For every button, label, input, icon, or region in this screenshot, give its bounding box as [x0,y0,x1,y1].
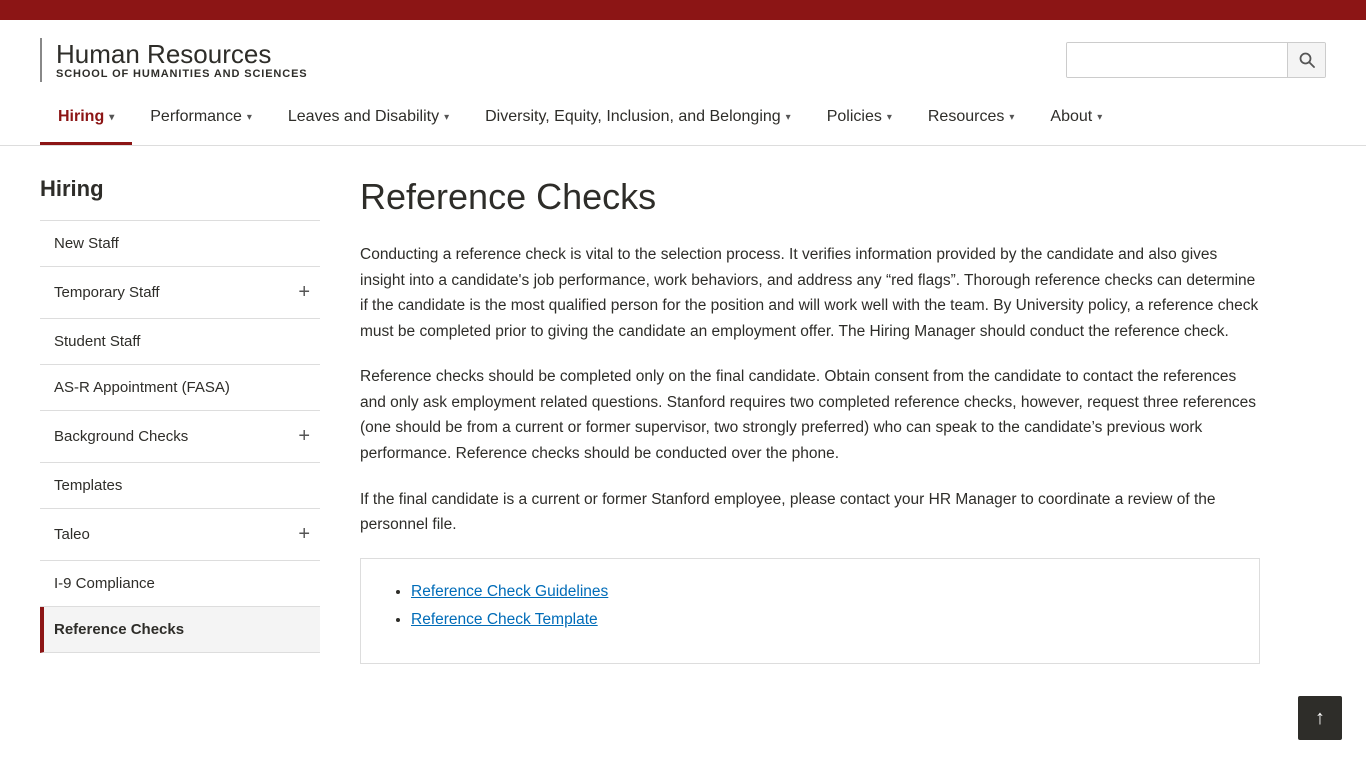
chevron-down-icon: ▾ [786,112,791,123]
search-icon [1299,52,1315,68]
sidebar-title: Hiring [40,176,320,202]
chevron-down-icon: ▾ [109,112,114,123]
sidebar-item-label: AS-R Appointment (FASA) [54,379,230,396]
nav-link[interactable]: Performance ▾ [132,92,270,142]
sidebar-link[interactable]: AS-R Appointment (FASA) [40,365,320,410]
sidebar-item-label: Reference Checks [54,621,184,638]
nav-item-resources: Resources ▾ [910,92,1033,145]
nav-item-policies: Policies ▾ [809,92,910,145]
sidebar-item-label: I-9 Compliance [54,575,155,592]
sidebar-link[interactable]: New Staff [40,221,320,266]
sidebar-menu-item: I-9 Compliance [40,561,320,607]
main-layout: Hiring New Staff Temporary Staff + Student … [0,146,1366,706]
chevron-down-icon: ▾ [1009,112,1014,123]
content-link[interactable]: Reference Check Guidelines [411,583,608,600]
content-paragraph-1: Conducting a reference check is vital to… [360,242,1260,344]
nav-list: Hiring▾Performance▾Leaves and Disability… [40,92,1326,145]
nav-label: Performance [150,108,242,126]
sidebar-menu-item: Temporary Staff + [40,267,320,319]
nav-link[interactable]: Hiring ▾ [40,92,132,145]
content-link[interactable]: Reference Check Template [411,611,598,628]
back-to-top-button[interactable]: ↑ [1298,696,1342,740]
expand-icon[interactable]: + [298,281,310,304]
content-paragraph-2: Reference checks should be completed onl… [360,364,1260,466]
sidebar-link[interactable]: Reference Checks [44,607,320,652]
nav-item-performance: Performance ▾ [132,92,270,145]
nav-label: Leaves and Disability [288,108,439,126]
sidebar-menu-item: Templates [40,463,320,509]
sidebar-link[interactable]: Student Staff [40,319,320,364]
nav-item-leaves-and-disability: Leaves and Disability ▾ [270,92,467,145]
search-box [1066,42,1326,78]
links-box: Reference Check Guidelines Reference Chec… [360,558,1260,664]
list-item: Reference Check Template [411,611,1229,629]
page-heading: Reference Checks [360,176,1260,218]
nav-label: Policies [827,108,882,126]
search-button[interactable] [1287,43,1325,77]
sidebar-menu-item: New Staff [40,221,320,267]
search-input[interactable] [1067,43,1287,77]
nav-link[interactable]: About ▾ [1032,92,1120,142]
nav-link[interactable]: Diversity, Equity, Inclusion, and Belong… [467,92,809,142]
sidebar-link[interactable]: Background Checks + [40,411,320,462]
nav-link[interactable]: Resources ▾ [910,92,1033,142]
sidebar-link[interactable]: Taleo + [40,509,320,560]
nav-item-hiring: Hiring ▾ [40,92,132,145]
chevron-down-icon: ▾ [1097,112,1102,123]
list-item: Reference Check Guidelines [411,583,1229,601]
sidebar-item-label: Templates [54,477,122,494]
sidebar-menu-item: Taleo + [40,509,320,561]
nav-link[interactable]: Policies ▾ [809,92,910,142]
nav-item-diversity-equity-inclusion-and-belonging: Diversity, Equity, Inclusion, and Belong… [467,92,809,145]
top-bar [0,0,1366,20]
sidebar-item-label: Background Checks [54,428,188,445]
sidebar-item-label: New Staff [54,235,119,252]
nav-label: About [1050,108,1092,126]
header-divider [40,38,42,82]
nav-label: Hiring [58,108,104,126]
sidebar-menu-item: Reference Checks [40,607,320,653]
expand-icon[interactable]: + [298,425,310,448]
links-list: Reference Check Guidelines Reference Chec… [391,583,1229,629]
sidebar-menu-item: Background Checks + [40,411,320,463]
sidebar-item-label: Student Staff [54,333,140,350]
header-text: Human Resources School of Humanities and… [56,40,308,81]
nav-label: Resources [928,108,1004,126]
sidebar-menu-item: Student Staff [40,319,320,365]
header-left: Human Resources School of Humanities and… [40,38,308,82]
sidebar-item-label: Taleo [54,526,90,543]
content-area: Reference Checks Conducting a reference … [360,176,1260,676]
sidebar-link[interactable]: I-9 Compliance [40,561,320,606]
nav-item-about: About ▾ [1032,92,1120,145]
site-subtitle: School of Humanities and Sciences [56,68,308,80]
site-title: Human Resources [56,40,308,69]
sidebar-menu: New Staff Temporary Staff + Student Staff AS… [40,220,320,653]
expand-icon[interactable]: + [298,523,310,546]
sidebar-link[interactable]: Temporary Staff + [40,267,320,318]
sidebar-menu-item: AS-R Appointment (FASA) [40,365,320,411]
nav-label: Diversity, Equity, Inclusion, and Belong… [485,108,781,126]
chevron-down-icon: ▾ [247,112,252,123]
main-nav: Hiring▾Performance▾Leaves and Disability… [0,92,1366,146]
sidebar-item-label: Temporary Staff [54,284,160,301]
header: Human Resources School of Humanities and… [0,20,1366,92]
sidebar: Hiring New Staff Temporary Staff + Student … [40,176,320,676]
sidebar-link[interactable]: Templates [40,463,320,508]
content-paragraph-3: If the final candidate is a current or f… [360,487,1260,538]
chevron-down-icon: ▾ [444,112,449,123]
nav-link[interactable]: Leaves and Disability ▾ [270,92,467,142]
chevron-down-icon: ▾ [887,112,892,123]
